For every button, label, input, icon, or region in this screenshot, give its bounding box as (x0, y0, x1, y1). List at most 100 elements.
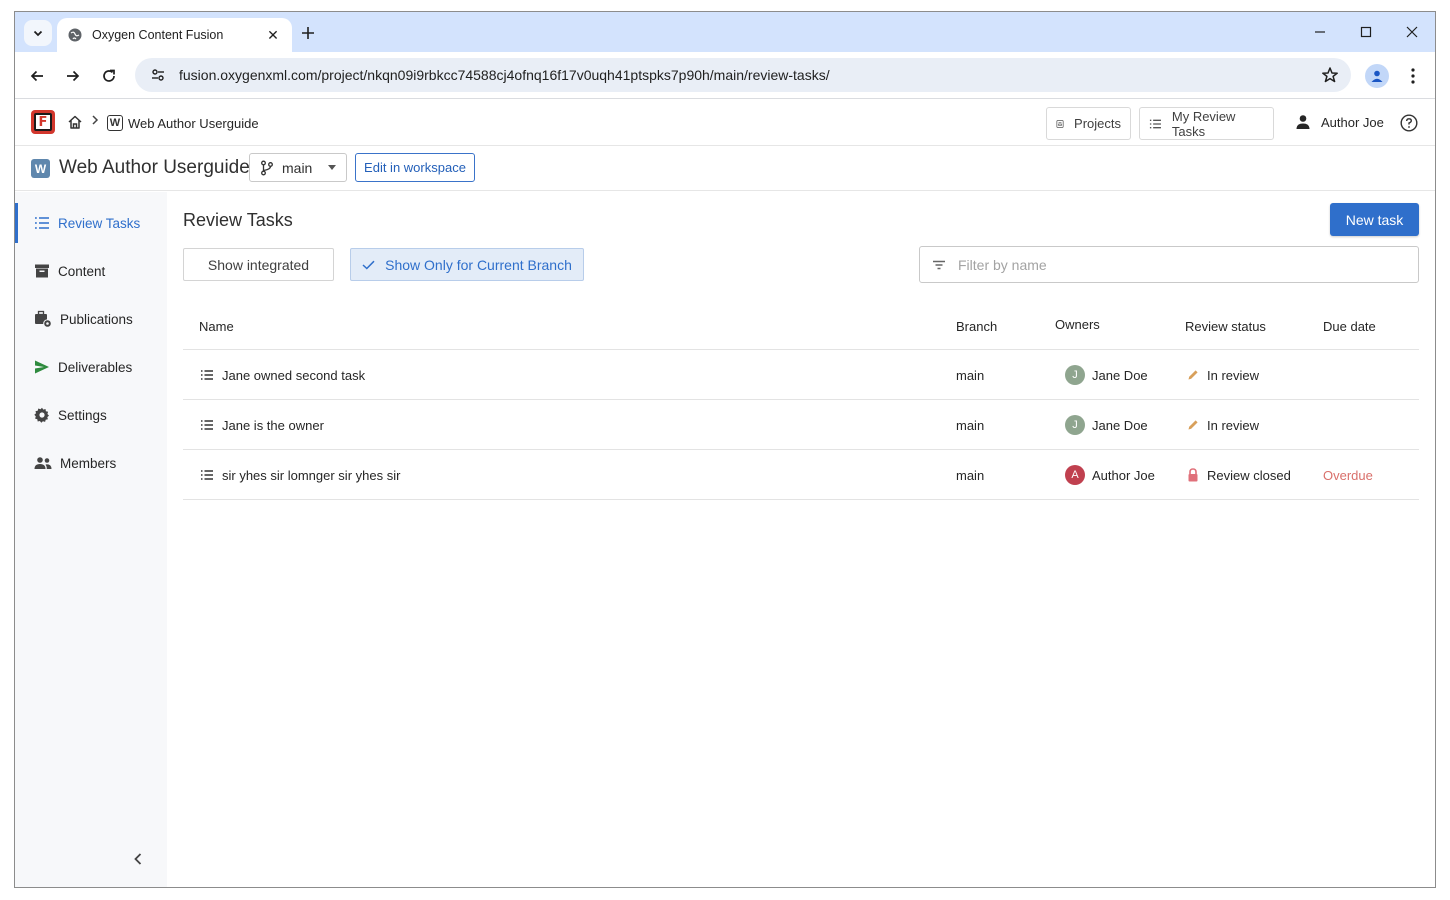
task-list-icon (201, 470, 213, 480)
task-name[interactable]: Jane is the owner (222, 418, 324, 433)
page-title: Review Tasks (183, 210, 293, 230)
table-row[interactable]: Jane is the owner main J Jane Doe In rev… (183, 400, 1419, 450)
arrow-right-icon (67, 70, 80, 82)
arrow-left-icon (30, 70, 43, 82)
collapse-sidebar-button[interactable] (132, 852, 144, 869)
column-header-name[interactable]: Name (199, 319, 234, 334)
filter-field[interactable] (919, 246, 1419, 283)
people-icon (34, 457, 52, 469)
owner-name: Jane Doe (1092, 417, 1148, 433)
sidebar-item-label: Deliverables (58, 359, 133, 375)
help-icon[interactable] (1400, 114, 1418, 135)
column-header-owners[interactable]: Owners (1055, 317, 1100, 332)
task-list-icon (201, 370, 213, 380)
edit-in-workspace-button[interactable]: Edit in workspace (355, 153, 475, 182)
status-label: In review (1207, 367, 1260, 383)
tab-search-button[interactable] (24, 20, 52, 46)
table-header: Name Branch Owners Review status Due dat… (183, 302, 1419, 350)
browser-window: Oxygen Content Fusion ✕ fusion.oxygenxml… (14, 11, 1436, 888)
app-logo[interactable]: F (31, 110, 55, 134)
project-icon: W (31, 159, 50, 178)
sidebar-item-deliverables[interactable]: Deliverables (15, 343, 167, 391)
due-date-cell: Overdue (1323, 467, 1373, 483)
projects-button[interactable]: Projects (1046, 107, 1131, 140)
sidebar-item-publications[interactable]: Publications (15, 295, 167, 343)
send-icon (35, 360, 49, 374)
filter-input[interactable] (958, 256, 1398, 273)
lock-icon (1188, 468, 1198, 482)
site-info-icon[interactable] (143, 67, 173, 83)
breadcrumb-project-link[interactable]: Web Author Userguide (128, 116, 259, 131)
archive-icon (35, 264, 49, 278)
tab-title: Oxygen Content Fusion (92, 28, 224, 42)
table-row[interactable]: sir yhes sir lomnger sir yhes sir main A… (183, 450, 1419, 500)
close-window-button[interactable] (1389, 12, 1435, 52)
branch-cell: main (956, 467, 985, 483)
chevron-left-icon (134, 853, 142, 865)
branch-icon (261, 160, 273, 175)
close-tab-icon[interactable]: ✕ (264, 27, 282, 44)
my-review-tasks-button[interactable]: My Review Tasks (1139, 107, 1274, 140)
browser-menu-button[interactable] (1403, 64, 1423, 88)
sidebar-item-members[interactable]: Members (15, 439, 167, 487)
main-content: Review Tasks New task Show integrated Sh… (183, 192, 1421, 887)
forward-button[interactable] (62, 65, 84, 87)
checkmark-icon (362, 260, 375, 270)
show-integrated-toggle[interactable]: Show integrated (183, 248, 334, 281)
task-name[interactable]: Jane owned second task (222, 368, 365, 383)
table-row[interactable]: Jane owned second task main J Jane Doe I… (183, 350, 1419, 400)
projects-icon (1056, 119, 1064, 128)
bookmark-star-icon[interactable] (1315, 66, 1345, 84)
home-icon[interactable] (67, 114, 83, 133)
close-icon (1406, 26, 1418, 38)
status-cell: In review (1187, 400, 1259, 450)
sidebar-item-review-tasks[interactable]: Review Tasks (15, 199, 167, 247)
sidebar: Review Tasks Content Publications Delive… (15, 192, 167, 887)
tab-strip: Oxygen Content Fusion ✕ (15, 12, 1435, 52)
task-name[interactable]: sir yhes sir lomnger sir yhes sir (222, 468, 400, 483)
reload-button[interactable] (98, 65, 120, 87)
minimize-button[interactable] (1297, 12, 1343, 52)
new-tab-button[interactable] (297, 22, 319, 44)
gear-icon (34, 407, 49, 423)
show-current-branch-toggle[interactable]: Show Only for Current Branch (350, 248, 584, 281)
pencil-icon (1188, 370, 1198, 380)
globe-icon (68, 28, 82, 42)
sidebar-item-content[interactable]: Content (15, 247, 167, 295)
branch-select[interactable]: main (249, 153, 347, 182)
branch-cell: main (956, 417, 985, 433)
column-header-branch[interactable]: Branch (956, 319, 997, 334)
task-name-cell[interactable]: Jane is the owner (200, 400, 324, 450)
owner-cell: A Author Joe (1065, 450, 1155, 500)
sidebar-item-label: Settings (58, 407, 107, 423)
back-button[interactable] (26, 65, 48, 87)
branch-cell: main (956, 367, 985, 383)
column-header-due-date[interactable]: Due date (1323, 319, 1376, 334)
breadcrumb-project-icon: W (107, 115, 123, 131)
column-header-review-status[interactable]: Review status (1185, 319, 1266, 334)
profile-icon (1371, 70, 1383, 82)
address-bar[interactable]: fusion.oxygenxml.com/project/nkqn09i9rbk… (135, 58, 1351, 92)
task-name-cell[interactable]: Jane owned second task (200, 350, 365, 400)
projects-label: Projects (1074, 116, 1121, 131)
owner-name: Author Joe (1092, 467, 1155, 483)
maximize-icon (1360, 26, 1372, 38)
list-icon (1149, 119, 1161, 128)
chevron-right-icon (91, 114, 99, 129)
avatar: J (1065, 415, 1085, 435)
url-text[interactable]: fusion.oxygenxml.com/project/nkqn09i9rbk… (179, 67, 1315, 83)
status-label: In review (1207, 417, 1260, 433)
owner-name: Jane Doe (1092, 367, 1148, 383)
browser-tab[interactable]: Oxygen Content Fusion ✕ (57, 18, 292, 52)
show-current-branch-label: Show Only for Current Branch (385, 256, 572, 273)
task-list-icon (201, 420, 213, 430)
branch-name: main (282, 159, 313, 176)
show-integrated-label: Show integrated (207, 256, 310, 273)
user-menu[interactable]: Author Joe (1295, 114, 1384, 130)
maximize-button[interactable] (1343, 12, 1389, 52)
profile-button[interactable] (1365, 64, 1389, 88)
sidebar-item-settings[interactable]: Settings (15, 391, 167, 439)
task-name-cell[interactable]: sir yhes sir lomnger sir yhes sir (200, 450, 400, 500)
minimize-icon (1315, 31, 1325, 33)
new-task-button[interactable]: New task (1330, 203, 1419, 236)
